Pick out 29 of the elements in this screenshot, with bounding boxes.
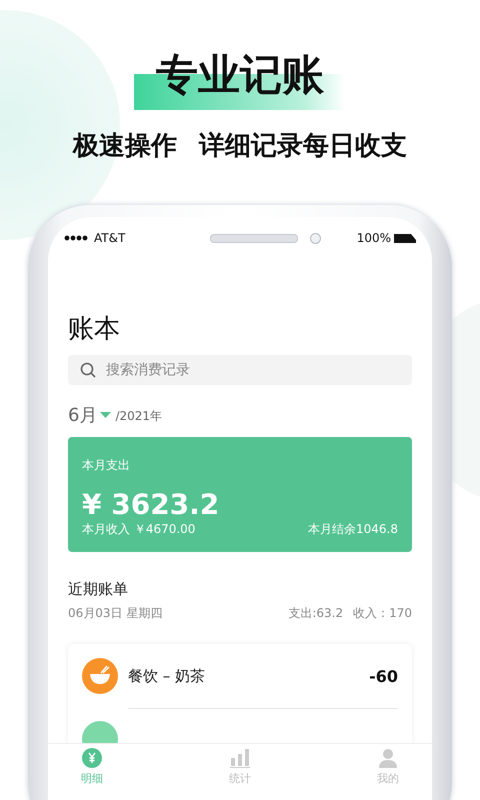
carrier: AT&T [94,231,126,245]
person-icon [378,748,398,768]
battery-percent: 100% [356,231,391,245]
subtitle: 极速操作 [73,130,177,163]
page-title: 账本 [68,313,121,345]
section-title: 近期账单 [68,580,129,599]
year-label: /2021年 [115,408,162,425]
bowl-icon[interactable] [82,658,118,694]
bar-chart-icon [230,748,250,768]
expense-total: 支出:63.2 [288,605,344,622]
entry-amount: -60 [369,666,398,686]
caret-icon [100,412,112,418]
month-selector[interactable]: 6月 [68,403,112,427]
date-label: 06月03日 星期四 [68,605,162,622]
entry-label: 餐饮 – 奶茶 [128,666,206,686]
tab[interactable]: 明细 [72,748,112,800]
camera-dot [310,232,321,244]
balance-text: 本月结余1046.8 [308,521,398,538]
income-total: 收入：170 [353,605,412,622]
income-text: 本月收入 ￥4670.00 [82,521,196,538]
expense-amount: ¥ 3623.2 [82,488,220,521]
battery-icon [394,234,416,242]
search-field[interactable]: 搜索消费记录 [68,355,412,385]
tab[interactable]: 统计 [220,748,260,800]
expense-label: 本月支出 [82,457,131,474]
tab[interactable]: 我的 [368,748,408,800]
signal-icon [64,235,90,241]
yen-icon [82,748,102,768]
subtitle: 详细记录每日收支 [199,130,407,163]
